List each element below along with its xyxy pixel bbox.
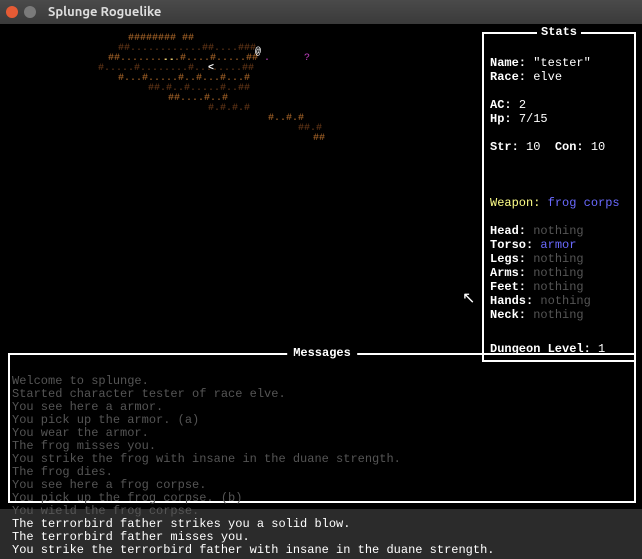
con-label: Con: bbox=[555, 140, 584, 154]
game-area: ######## ## ##............##....### ##..… bbox=[0, 24, 642, 509]
hp-value: 7/15 bbox=[519, 112, 548, 126]
slot-value: armor bbox=[540, 238, 576, 252]
slot-label: Torso: bbox=[490, 238, 533, 252]
slot-label: Feet: bbox=[490, 280, 526, 294]
name-value: "tester" bbox=[533, 56, 591, 70]
ac-value: 2 bbox=[519, 98, 526, 112]
slot-value: nothing bbox=[533, 308, 583, 322]
weapon-value: frog corps bbox=[548, 196, 620, 210]
stats-panel: Stats Name: "tester" Race: elve AC: 2 Hp… bbox=[482, 32, 636, 362]
slot-label: Hands: bbox=[490, 294, 533, 308]
weapon-label: Weapon: bbox=[490, 196, 540, 210]
con-value: 10 bbox=[591, 140, 605, 154]
map-item: . bbox=[264, 54, 270, 64]
name-label: Name: bbox=[490, 56, 526, 70]
message-line: You wield the frog corpse. bbox=[12, 505, 632, 518]
close-icon[interactable] bbox=[6, 6, 18, 18]
race-value: elve bbox=[533, 70, 562, 84]
slot-value: nothing bbox=[540, 294, 590, 308]
slot-value: nothing bbox=[533, 252, 583, 266]
messages-panel: Messages Welcome to splunge.Started char… bbox=[8, 353, 636, 503]
window-title: Splunge Roguelike bbox=[48, 5, 161, 19]
map-tile: #.#.#.# bbox=[208, 104, 250, 114]
minimize-icon[interactable] bbox=[24, 6, 36, 18]
race-label: Race: bbox=[490, 70, 526, 84]
message-line: You strike the terrorbird father with in… bbox=[12, 544, 632, 557]
messages-body: Welcome to splunge.Started character tes… bbox=[10, 355, 634, 559]
mouse-pointer-icon: ↖ bbox=[462, 288, 475, 308]
slot-value: nothing bbox=[533, 280, 583, 294]
messages-panel-title: Messages bbox=[287, 346, 357, 360]
message-line: The terrorbird father misses you. bbox=[12, 531, 632, 544]
slot-value: nothing bbox=[533, 224, 583, 238]
ac-label: AC: bbox=[490, 98, 512, 112]
dungeon-map[interactable]: ######## ## ##............##....### ##..… bbox=[8, 32, 478, 352]
str-value: 10 bbox=[526, 140, 540, 154]
window-titlebar: Splunge Roguelike bbox=[0, 0, 642, 25]
map-mark: ? bbox=[304, 54, 310, 64]
map-tile: ## bbox=[313, 134, 325, 144]
player-glyph: @ bbox=[255, 48, 261, 58]
stats-panel-title: Stats bbox=[537, 25, 581, 39]
hp-label: Hp: bbox=[490, 112, 512, 126]
slot-value: nothing bbox=[533, 266, 583, 280]
slot-label: Neck: bbox=[490, 308, 526, 322]
slot-label: Legs: bbox=[490, 252, 526, 266]
message-line: The terrorbird father strikes you a soli… bbox=[12, 518, 632, 531]
stats-body: Name: "tester" Race: elve AC: 2 Hp: 7/15… bbox=[484, 34, 634, 354]
slot-label: Head: bbox=[490, 224, 526, 238]
str-label: Str: bbox=[490, 140, 519, 154]
slot-label: Arms: bbox=[490, 266, 526, 280]
